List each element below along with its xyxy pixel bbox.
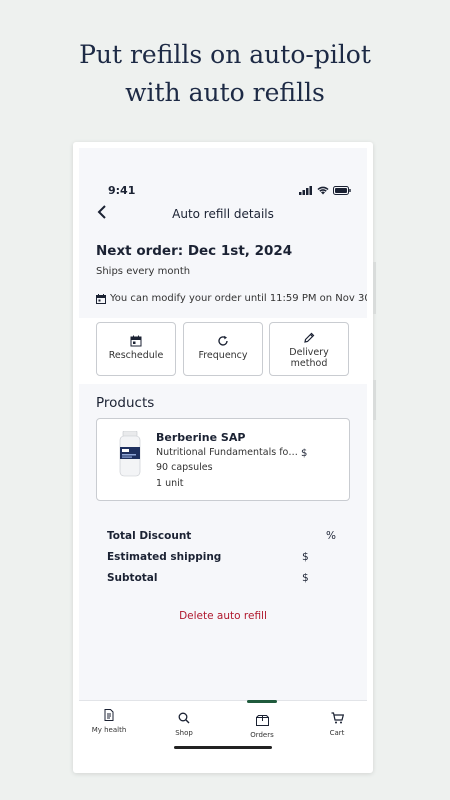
- total-discount-row: Total Discount %: [107, 530, 347, 544]
- product-card[interactable]: Berberine SAP Nutritional Fundamentals f…: [96, 418, 350, 501]
- bottom-tab-bar: My health Shop Orders Cart: [79, 700, 367, 768]
- estimated-shipping-row: Estimated shipping $: [107, 551, 347, 565]
- estimated-shipping-value: $: [302, 551, 309, 563]
- tab-my-health-label: My health: [91, 726, 127, 734]
- headline-line-1: Put refills on auto-pilot: [79, 40, 371, 69]
- tab-orders[interactable]: Orders: [232, 715, 292, 739]
- app-screen: 9:41 Auto refill details Next order: Dec…: [79, 148, 367, 768]
- tab-shop[interactable]: Shop: [154, 712, 214, 737]
- delivery-label-line-1: Delivery: [289, 347, 329, 358]
- pencil-icon: [304, 332, 315, 343]
- phone-side-button-2: [373, 380, 376, 420]
- tab-shop-label: Shop: [175, 729, 193, 737]
- product-quantity: 1 unit: [156, 478, 184, 489]
- products-heading: Products: [96, 395, 155, 411]
- document-icon: [104, 709, 114, 721]
- status-bar: 9:41: [79, 184, 367, 198]
- top-nav: Auto refill details: [79, 203, 367, 227]
- product-price: $: [301, 448, 308, 459]
- page-title: Auto refill details: [172, 207, 274, 221]
- estimated-shipping-label: Estimated shipping: [107, 551, 222, 563]
- frequency-label: Frequency: [198, 350, 248, 361]
- search-icon: [178, 712, 190, 724]
- modify-note: You can modify your order until 11:59 PM…: [96, 293, 367, 304]
- delete-auto-refill-button[interactable]: Delete auto refill: [79, 610, 367, 622]
- subtotal-row: Subtotal $: [107, 572, 347, 586]
- refresh-icon: [218, 335, 228, 346]
- tab-my-health[interactable]: My health: [79, 709, 139, 734]
- status-time: 9:41: [108, 184, 136, 197]
- battery-icon: [333, 186, 351, 195]
- frequency-button[interactable]: Frequency: [183, 322, 263, 376]
- product-name: Berberine SAP: [156, 431, 246, 444]
- reschedule-button[interactable]: Reschedule: [96, 322, 176, 376]
- calendar-icon: [130, 335, 142, 347]
- home-indicator: [174, 746, 272, 749]
- phone-side-button-1: [373, 262, 376, 314]
- delivery-method-button[interactable]: Delivery method: [269, 322, 349, 376]
- delivery-label-line-2: method: [290, 358, 328, 369]
- phone-frame: 9:41 Auto refill details Next order: Dec…: [73, 142, 373, 773]
- subtotal-label: Subtotal: [107, 572, 158, 584]
- cart-icon: [331, 712, 344, 724]
- total-discount-value: %: [326, 530, 336, 542]
- tab-cart-label: Cart: [329, 729, 345, 737]
- product-description: Nutritional Fundamentals for…: [156, 447, 298, 458]
- tab-cart[interactable]: Cart: [307, 712, 367, 737]
- active-tab-indicator: [247, 700, 277, 703]
- subtotal-value: $: [302, 572, 309, 584]
- calendar-icon: [96, 293, 106, 304]
- tab-orders-label: Orders: [250, 731, 274, 739]
- product-image: [119, 431, 141, 477]
- marketing-headline: Put refills on auto-pilot with auto refi…: [0, 36, 450, 112]
- status-icons: [299, 186, 351, 195]
- modify-note-text: You can modify your order until 11:59 PM…: [110, 293, 367, 304]
- signal-icon: [299, 186, 312, 195]
- total-discount-label: Total Discount: [107, 530, 192, 542]
- box-icon: [255, 715, 269, 726]
- next-order-heading: Next order: Dec 1st, 2024: [96, 243, 293, 259]
- wifi-icon: [317, 186, 329, 195]
- reschedule-label: Reschedule: [108, 350, 164, 361]
- product-capsules: 90 capsules: [156, 462, 213, 473]
- headline-line-2: with auto refills: [125, 78, 325, 107]
- ships-frequency: Ships every month: [96, 266, 191, 277]
